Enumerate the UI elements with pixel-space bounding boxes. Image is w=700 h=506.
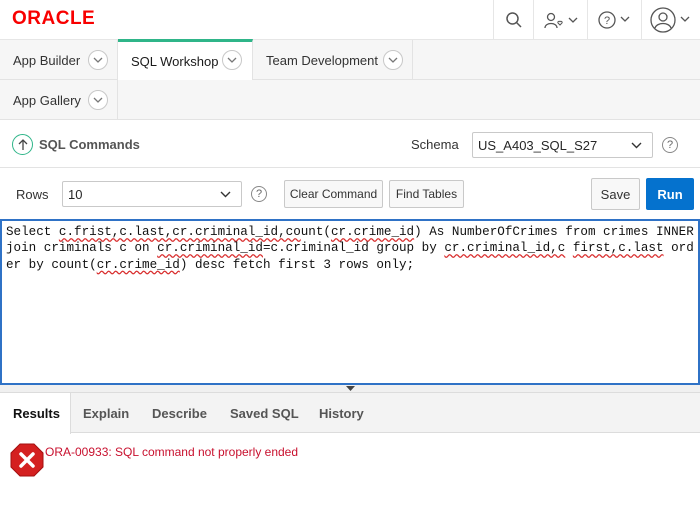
secondary-nav-tabs: App Gallery [0,80,700,120]
tab-history[interactable]: History [319,393,364,433]
schema-select[interactable]: US_A403_SQL_S27 [472,132,653,158]
rows-label: Rows [16,187,49,202]
misspelled-token: c.frist,c.last,cr.criminal_id,co [58,225,301,239]
user-avatar-icon[interactable] [641,0,700,40]
results-panel: ORA-00933: SQL command not properly ende… [0,434,700,506]
chevron-down-icon[interactable] [88,90,108,110]
page-title: SQL Commands [39,137,140,152]
schema-label: Schema [411,137,459,152]
sql-text: ) desc fetch first 3 rows only; [179,257,415,272]
arrow-up-icon[interactable] [12,134,33,155]
misspelled-token: cr.criminal_id [157,241,263,256]
tab-label: App Builder [13,52,81,68]
tab-label: SQL Workshop [131,53,219,69]
chevron-down-icon [220,191,231,198]
sql-text: =c.criminal_id group by [262,241,445,256]
error-icon [10,443,44,477]
run-button[interactable]: Run [646,178,694,210]
error-message: ORA-00933: SQL command not properly ende… [45,445,299,459]
chevron-down-icon[interactable] [383,50,403,70]
tab-explain[interactable]: Explain [83,393,129,433]
schema-value: US_A403_SQL_S27 [478,137,598,153]
tab-label: Team Development [266,52,378,68]
tab-sql-workshop[interactable]: SQL Workshop [118,39,253,80]
tab-app-builder[interactable]: App Builder [0,40,118,80]
command-toolbar: Rows 10 ? Clear Command Find Tables Save… [0,168,700,220]
search-icon[interactable] [493,0,533,40]
chevron-down-icon[interactable] [222,50,242,70]
tab-describe[interactable]: Describe [152,393,207,433]
oracle-logo[interactable]: ORACLE [12,8,95,30]
tab-saved-sql[interactable]: Saved SQL [230,393,299,433]
rows-value: 10 [68,186,83,202]
chevron-down-icon [631,142,642,149]
top-bar: ORACLE ? [0,0,700,40]
tab-label: App Gallery [13,92,81,108]
result-tabs: Results Explain Describe Saved SQL Histo… [0,393,700,434]
rows-select[interactable]: 10 [62,181,242,207]
main-nav-tabs: App Builder SQL Workshop Team Developmen… [0,39,700,80]
svg-text:?: ? [603,15,609,27]
tab-results[interactable]: Results [0,393,71,434]
sql-commands-header: SQL Commands Schema US_A403_SQL_S27 ? [0,120,700,168]
misspelled-token: cr.crime_id [330,225,415,239]
save-button[interactable]: Save [591,178,640,210]
caret-down-icon [346,386,355,391]
sql-editor[interactable]: Select c.frist,c.last,cr.criminal_id,cou… [0,219,700,385]
tab-team-development[interactable]: Team Development [253,40,413,80]
misspelled-token: first,c.last [572,241,664,256]
help-icon[interactable]: ? [587,0,641,40]
sql-text: unt( [300,225,331,239]
misspelled-token: cr.crime_id [96,257,180,272]
resize-handle[interactable] [0,385,700,393]
misspelled-token: cr.criminal_id,c [444,241,566,256]
chevron-down-icon[interactable] [88,50,108,70]
user-heart-icon[interactable] [533,0,587,40]
sql-text: Select [6,225,59,239]
find-tables-button[interactable]: Find Tables [389,180,464,208]
clear-command-button[interactable]: Clear Command [284,180,383,208]
rows-help-icon[interactable]: ? [251,186,267,202]
tab-app-gallery[interactable]: App Gallery [0,80,118,120]
schema-help-icon[interactable]: ? [662,137,678,153]
